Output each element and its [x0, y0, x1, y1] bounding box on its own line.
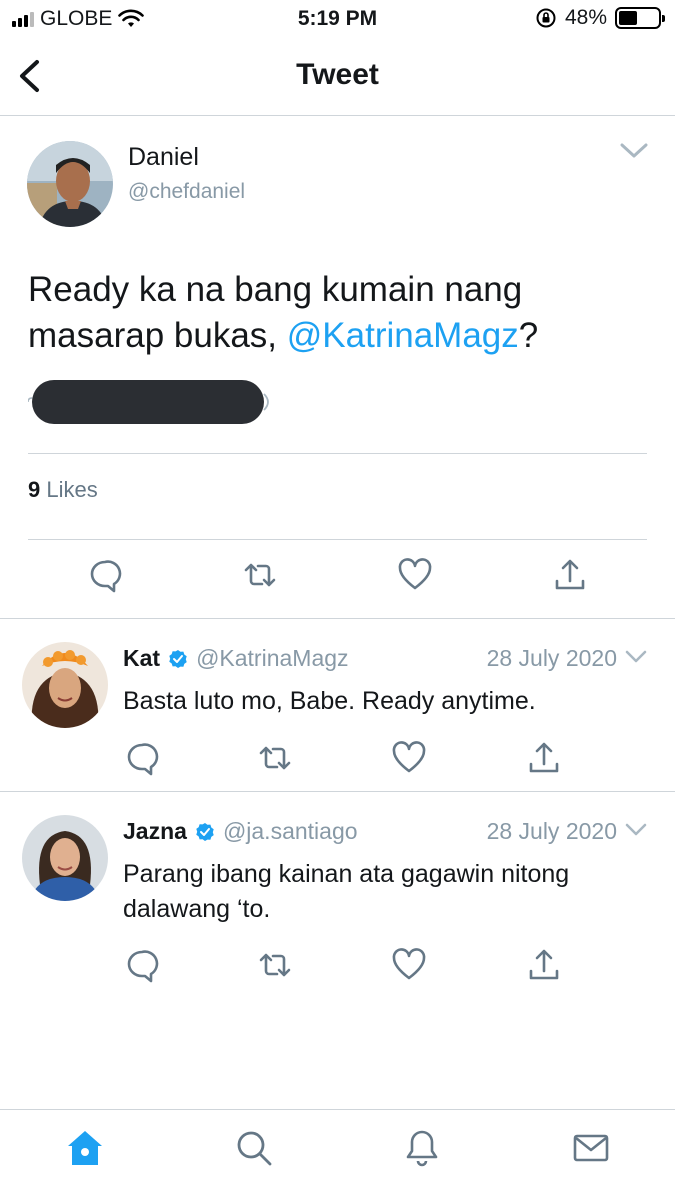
likes-count[interactable]: 9 Likes	[28, 477, 98, 503]
share-icon[interactable]	[526, 740, 562, 776]
reply-author-name[interactable]: Jazna	[123, 818, 187, 845]
tweet-text-end: ?	[518, 316, 539, 355]
avatar[interactable]	[22, 642, 108, 728]
retweet-icon[interactable]	[242, 557, 278, 593]
retweet-icon[interactable]	[257, 947, 293, 983]
reply-icon[interactable]	[124, 740, 160, 776]
author-name[interactable]: Daniel	[128, 143, 199, 172]
chevron-down-icon[interactable]	[625, 649, 647, 665]
reply-header: Jazna @ja.santiago	[123, 818, 358, 845]
avatar-image	[22, 815, 108, 901]
notifications-bell-icon[interactable]	[402, 1128, 442, 1168]
reply-tweet[interactable]: Jazna @ja.santiago 28 July 2020 Parang i…	[0, 793, 675, 1023]
battery-fill	[619, 11, 638, 25]
search-icon[interactable]	[234, 1128, 274, 1168]
divider	[28, 453, 647, 454]
author-handle[interactable]: @chefdaniel	[128, 180, 245, 204]
likes-number: 9	[28, 477, 41, 502]
verified-badge-icon	[169, 649, 187, 668]
reply-date: 28 July 2020	[486, 645, 617, 671]
main-tweet: Daniel @chefdaniel Ready ka na bang kuma…	[0, 117, 675, 619]
reply-tweet[interactable]: Kat @KatrinaMagz 28 July 2020 Basta luto…	[0, 620, 675, 792]
reply-actions	[0, 947, 675, 983]
messages-mail-icon[interactable]	[571, 1128, 611, 1168]
avatar[interactable]	[22, 815, 108, 901]
tweet-actions	[0, 557, 675, 597]
avatar-image	[22, 642, 108, 728]
status-bar: GLOBE 5:19 PM 48%	[0, 0, 675, 38]
mention-link[interactable]: @KatrinaMagz	[287, 316, 519, 355]
reply-author-name[interactable]: Kat	[123, 645, 160, 672]
share-icon[interactable]	[552, 557, 588, 593]
heart-icon[interactable]	[397, 557, 433, 593]
redaction-bar	[28, 380, 269, 424]
chevron-down-icon[interactable]	[619, 141, 649, 161]
reply-header: Kat @KatrinaMagz	[123, 645, 349, 672]
tweet-text: Ready ka na bang kumain nang masarap buk…	[28, 267, 648, 359]
nav-bar: Tweet	[0, 40, 675, 116]
reply-text: Parang ibang kainan ata gagawin nitong d…	[123, 860, 570, 923]
page-title: Tweet	[296, 58, 379, 91]
reply-author-handle[interactable]: @ja.santiago	[223, 818, 358, 845]
home-icon[interactable]	[65, 1128, 105, 1168]
share-icon[interactable]	[526, 947, 562, 983]
heart-icon[interactable]	[391, 740, 427, 776]
status-right: 48%	[535, 6, 665, 30]
orientation-lock-icon	[536, 8, 556, 28]
reply-icon[interactable]	[87, 557, 123, 593]
reply-text: Basta luto mo, Babe. Ready anytime.	[123, 687, 536, 715]
tab-bar	[0, 1109, 675, 1200]
likes-label: Likes	[46, 477, 98, 502]
retweet-icon[interactable]	[257, 740, 293, 776]
divider	[28, 539, 647, 540]
avatar[interactable]	[27, 141, 113, 227]
reply-actions	[0, 740, 675, 776]
avatar-image	[27, 141, 113, 227]
battery-percent: 48%	[564, 6, 607, 29]
reply-date: 28 July 2020	[486, 818, 617, 844]
verified-badge-icon	[196, 822, 214, 841]
reply-icon[interactable]	[124, 947, 160, 983]
chevron-down-icon[interactable]	[625, 822, 647, 838]
battery-icon	[615, 7, 665, 29]
heart-icon[interactable]	[391, 947, 427, 983]
reply-author-handle[interactable]: @KatrinaMagz	[196, 645, 348, 672]
